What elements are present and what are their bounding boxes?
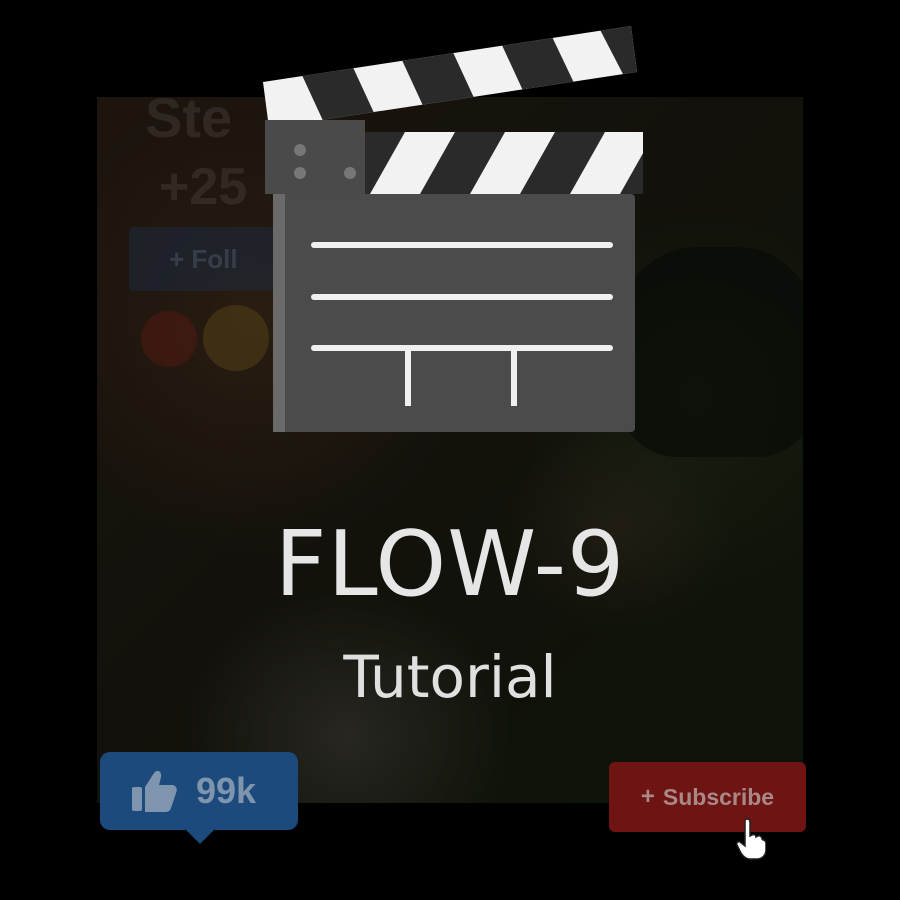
like-button[interactable]: 99k (100, 752, 298, 844)
hand-pointer-icon (736, 818, 766, 860)
thumbs-up-icon (132, 770, 177, 812)
plus-icon: + (640, 783, 655, 810)
channel-subtitle: Tutorial (343, 643, 557, 711)
subscribe-label: Subscribe (662, 783, 775, 810)
subscribe-button[interactable]: + Subscribe (609, 762, 806, 832)
clapperboard-icon (263, 26, 643, 432)
channel-title: FLOW-9 (274, 512, 626, 617)
like-count: 99k (196, 770, 257, 811)
